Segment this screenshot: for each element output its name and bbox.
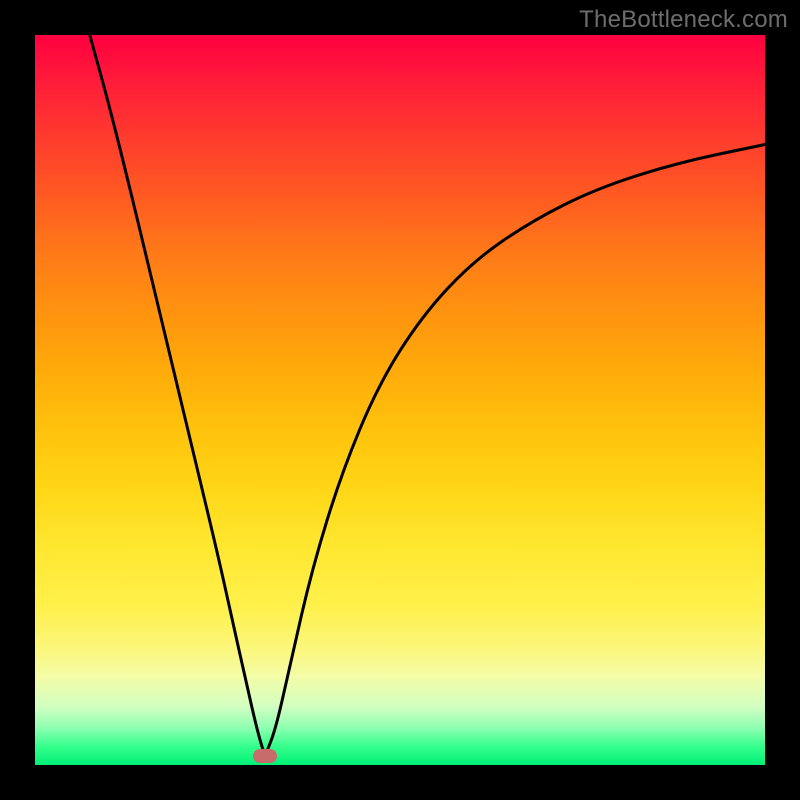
watermark-text: TheBottleneck.com [579, 6, 788, 34]
minimum-marker [253, 749, 277, 763]
chart-frame: TheBottleneck.com [0, 0, 800, 800]
plot-area [35, 35, 765, 765]
